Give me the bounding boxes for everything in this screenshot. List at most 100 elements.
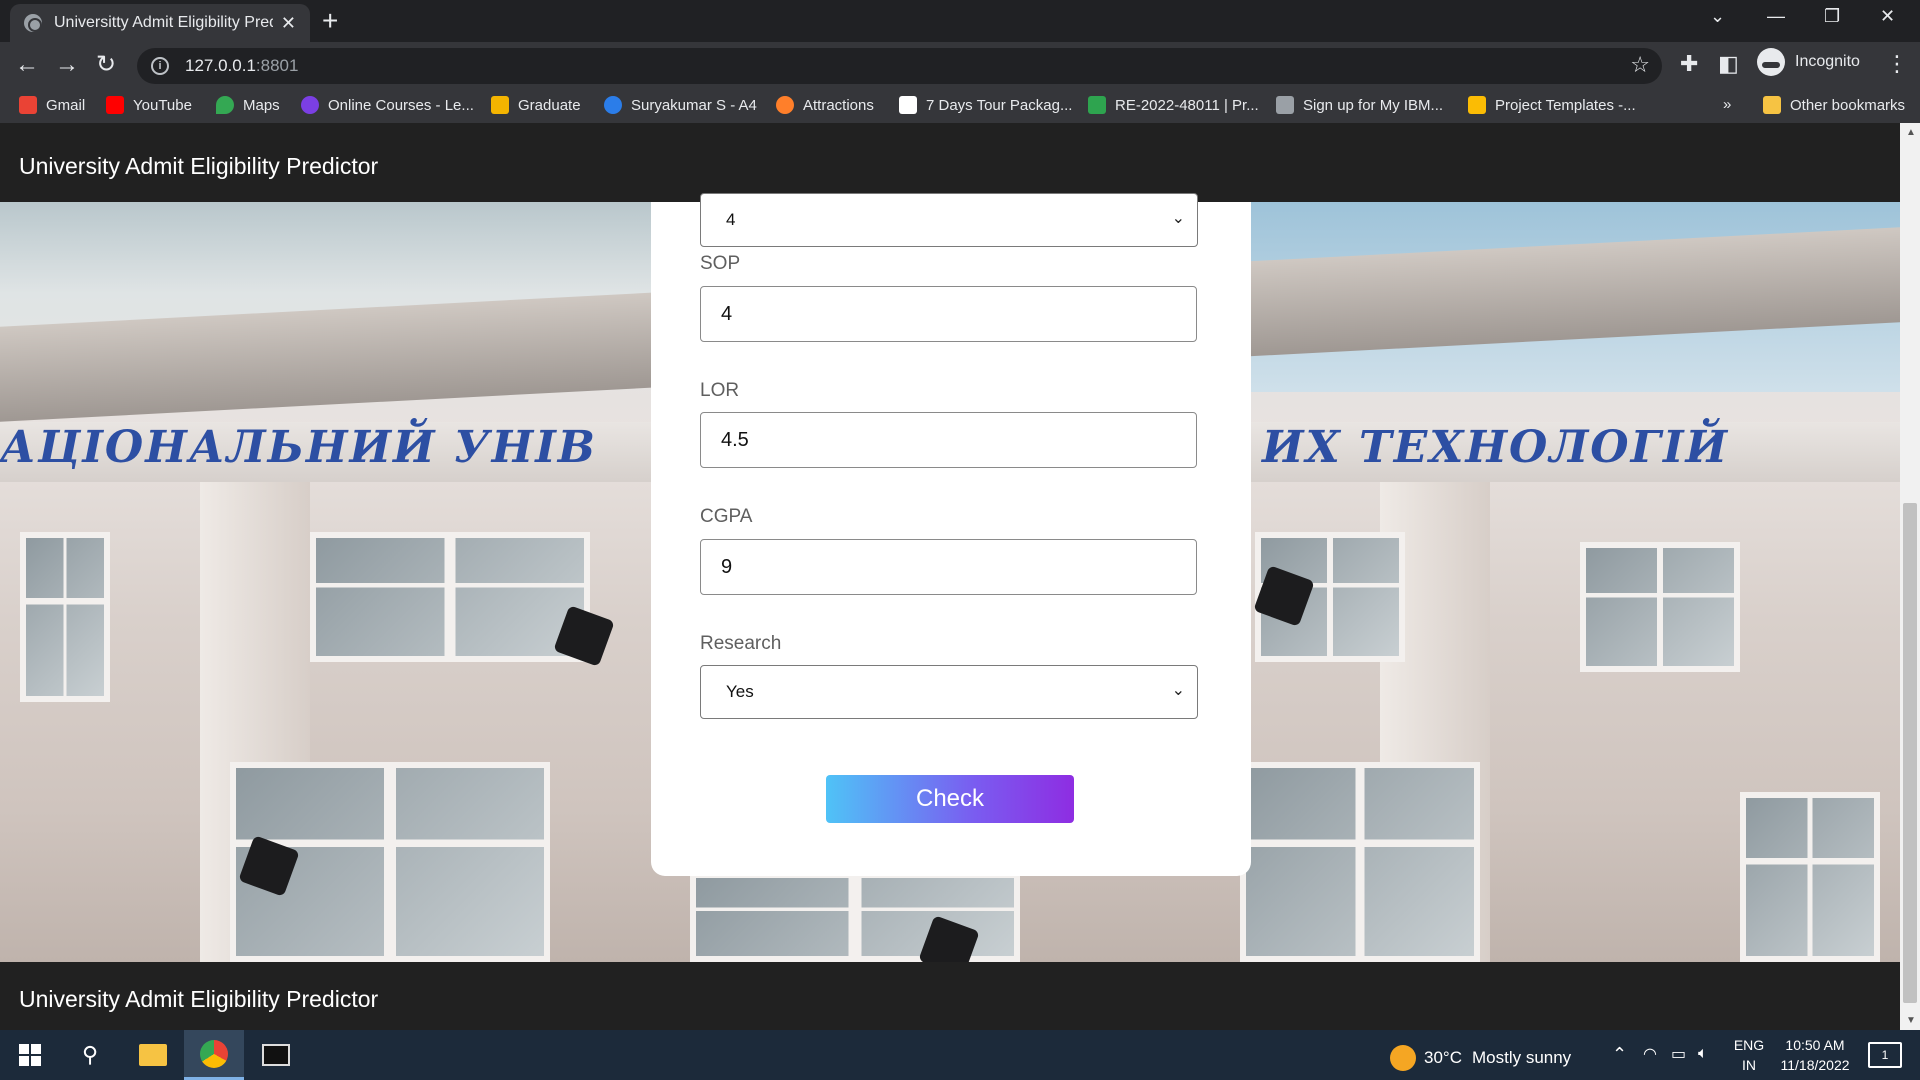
bookmark-graduate[interactable]: Graduate	[491, 96, 581, 114]
weather-desc: Mostly sunny	[1471, 1048, 1572, 1067]
site-footer: University Admit Eligibility Predictor	[0, 962, 1900, 1030]
bookmark-tour-package[interactable]: 7 Days Tour Packag...	[899, 96, 1072, 114]
network-icon[interactable]: ◠	[1643, 1045, 1657, 1065]
prediction-form-card: 4 ⌄ SOP LOR CGPA Research Yes ⌄ Check	[651, 193, 1251, 876]
incognito-label: Incognito	[1795, 53, 1860, 70]
building-sign-left: АЦІОНАЛЬНИЙ УНІВ	[0, 422, 597, 473]
scroll-down-arrow-icon[interactable]: ▼	[1906, 1015, 1916, 1026]
maps-icon	[216, 96, 234, 114]
scrollbar-thumb[interactable]	[1903, 503, 1917, 1003]
sop-input[interactable]	[700, 286, 1197, 342]
navbar-brand[interactable]: University Admit Eligibility Predictor	[19, 153, 378, 180]
url-port: :8801	[255, 56, 299, 75]
bookmark-attractions[interactable]: Attractions	[776, 96, 874, 114]
building-window	[1740, 792, 1880, 962]
rating-select[interactable]: 4 ⌄	[700, 193, 1198, 247]
bookmark-online-courses[interactable]: Online Courses - Le...	[301, 96, 474, 114]
lor-input[interactable]	[700, 412, 1197, 468]
bookmark-re-2022[interactable]: RE-2022-48011 | Pr...	[1088, 96, 1259, 114]
restore-button[interactable]: ❐	[1824, 6, 1840, 27]
building-window	[1580, 542, 1740, 672]
rating-select-value: 4	[726, 210, 736, 229]
folder-icon	[1763, 96, 1781, 114]
cgpa-input[interactable]	[700, 539, 1197, 595]
bookmark-youtube[interactable]: YouTube	[106, 96, 192, 114]
scroll-up-arrow-icon[interactable]: ▲	[1906, 127, 1916, 138]
address-bar[interactable]: i 127.0.0.1:8801 ☆	[137, 48, 1662, 84]
globe-icon	[24, 14, 42, 32]
menu-kebab-icon[interactable]: ⋮	[1886, 51, 1908, 77]
browser-toolbar: ← → ↻ i 127.0.0.1:8801 ☆ ✚ ◧ Incognito ⋮	[0, 42, 1920, 89]
ibm-icon	[1276, 96, 1294, 114]
windows-taskbar: ⚲ 30°C Mostly sunny ⌃ ◠ ▭ 🔈︎ ENG IN 10:5…	[0, 1030, 1920, 1080]
windows-logo-icon	[19, 1044, 41, 1066]
chrome-taskbar-icon[interactable]	[184, 1030, 244, 1080]
chrome-icon	[200, 1039, 228, 1068]
battery-icon[interactable]: ▭	[1671, 1045, 1686, 1065]
side-panel-icon[interactable]: ◧	[1718, 51, 1739, 77]
bookmark-maps[interactable]: Maps	[216, 96, 280, 114]
start-button[interactable]	[0, 1030, 60, 1080]
new-tab-button[interactable]: +	[322, 6, 338, 36]
close-tab-icon[interactable]: ✕	[281, 13, 296, 34]
region-code: IN	[1742, 1057, 1756, 1073]
notification-count: 1	[1881, 1048, 1889, 1062]
bookmark-suryakumar[interactable]: Suryakumar S - A4	[604, 96, 757, 114]
reload-button[interactable]: ↻	[96, 50, 116, 80]
terminal-taskbar-icon[interactable]	[248, 1030, 304, 1080]
research-select[interactable]: Yes ⌄	[700, 665, 1198, 719]
site-info-icon[interactable]: i	[151, 57, 169, 75]
other-bookmarks[interactable]: Other bookmarks	[1763, 96, 1905, 114]
page-viewport: University Admit Eligibility Predictor А…	[0, 123, 1900, 1030]
file-explorer-icon[interactable]	[126, 1030, 180, 1080]
check-button[interactable]: Check	[826, 775, 1074, 823]
bookmark-star-icon[interactable]: ☆	[1630, 52, 1650, 78]
tab-title: Universitty Admit Eligibility Predi	[54, 14, 273, 31]
cgpa-label: CGPA	[700, 506, 753, 527]
language-indicator[interactable]: ENG IN	[1731, 1035, 1767, 1075]
folder-icon	[139, 1044, 167, 1066]
page-scrollbar[interactable]: ▲ ▼	[1900, 123, 1920, 1030]
volume-icon[interactable]: 🔈︎	[1698, 1044, 1708, 1064]
terminal-icon	[262, 1044, 290, 1066]
back-button[interactable]: ←	[15, 50, 39, 80]
c-logo-icon	[604, 96, 622, 114]
building-window	[1240, 762, 1480, 962]
minimize-button[interactable]: —	[1767, 6, 1785, 27]
course-icon	[301, 96, 319, 114]
show-hidden-icons[interactable]: ⌃	[1612, 1044, 1627, 1064]
bookmark-ibm-signup[interactable]: Sign up for My IBM...	[1276, 96, 1443, 114]
gmail-icon	[19, 96, 37, 114]
extensions-icon[interactable]: ✚	[1680, 51, 1698, 77]
bookmark-gmail[interactable]: Gmail	[19, 96, 85, 114]
incognito-profile[interactable]: Incognito	[1757, 48, 1860, 76]
incognito-icon	[1757, 48, 1785, 76]
graduate-icon	[491, 96, 509, 114]
re-logo-icon	[1088, 96, 1106, 114]
tab-strip: Universitty Admit Eligibility Predi ✕ + …	[0, 0, 1920, 42]
lor-label: LOR	[700, 380, 740, 401]
site-navbar: University Admit Eligibility Predictor	[0, 123, 1900, 202]
building-window	[310, 532, 590, 662]
notifications-icon[interactable]: 1	[1868, 1042, 1902, 1068]
clock-time: 10:50 AM	[1785, 1037, 1845, 1053]
attractions-icon	[776, 96, 794, 114]
url-host: 127.0.0.1	[185, 56, 256, 75]
drive-icon	[1468, 96, 1486, 114]
tab-search-icon[interactable]: ⌄	[1710, 6, 1725, 27]
sop-label: SOP	[700, 253, 741, 274]
search-icon[interactable]: ⚲	[64, 1030, 116, 1080]
chevron-down-icon: ⌄	[1171, 682, 1185, 699]
close-window-button[interactable]: ✕	[1880, 6, 1895, 27]
forward-button[interactable]: →	[55, 50, 79, 80]
more-bookmarks-button[interactable]: »	[1723, 96, 1731, 113]
clock[interactable]: 10:50 AM 11/18/2022	[1770, 1035, 1860, 1075]
weather-widget[interactable]: 30°C Mostly sunny	[1390, 1045, 1571, 1071]
footer-title: University Admit Eligibility Predictor	[19, 986, 379, 1012]
building-sign-right: ИХ ТЕХНОЛОГІЙ	[1262, 422, 1730, 473]
bookmark-project-templates[interactable]: Project Templates -...	[1468, 96, 1636, 114]
sun-cloud-icon	[1390, 1045, 1416, 1071]
browser-tab[interactable]: Universitty Admit Eligibility Predi ✕	[10, 4, 310, 42]
building-window	[20, 532, 110, 702]
bookmarks-bar: Gmail YouTube Maps Online Courses - Le..…	[0, 89, 1920, 123]
